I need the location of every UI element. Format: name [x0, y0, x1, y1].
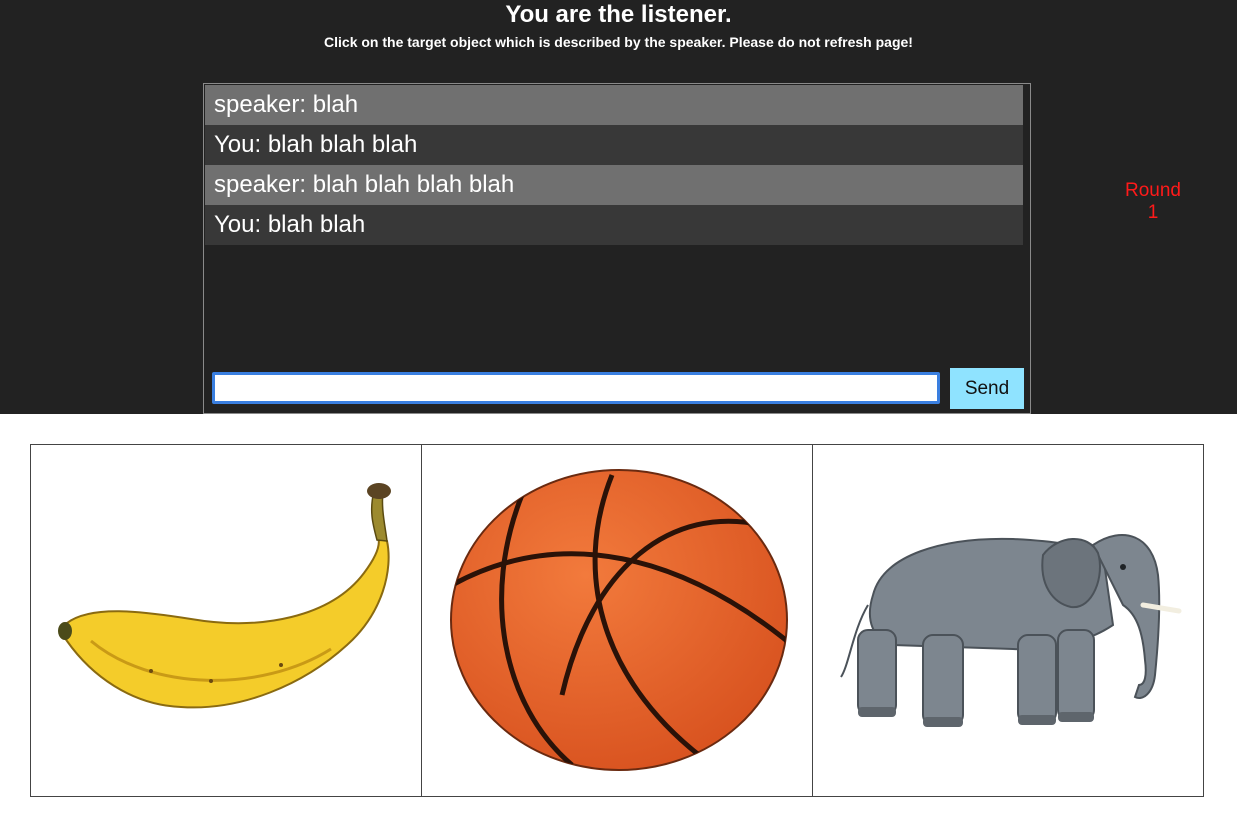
round-label: Round — [1125, 180, 1181, 201]
object-cell-banana[interactable] — [31, 445, 422, 796]
basketball-image — [450, 469, 788, 771]
chat-message-you: You: blah blah — [205, 205, 1023, 245]
send-button[interactable]: Send — [950, 368, 1024, 409]
banana-image — [58, 483, 391, 709]
instructions-text: Click on the target object which is desc… — [324, 34, 913, 50]
object-grid — [30, 444, 1204, 797]
chat-input[interactable] — [212, 372, 940, 404]
chat-input-bar: Send — [203, 364, 1031, 414]
chat-message-speaker: speaker: blah — [205, 85, 1023, 125]
chat-log[interactable]: speaker: blah You: blah blah blah speake… — [203, 83, 1031, 365]
elephant-image — [840, 534, 1182, 727]
object-cell-elephant[interactable] — [813, 445, 1203, 796]
round-number: 1 — [1147, 202, 1159, 223]
chat-panel-background: You are the listener. Click on the targe… — [0, 0, 1237, 414]
object-cell-basketball[interactable] — [422, 445, 813, 796]
page-title: You are the listener. — [505, 1, 732, 28]
round-indicator: Round 1 — [1108, 180, 1198, 224]
chat-message-you: You: blah blah blah — [205, 125, 1023, 165]
chat-message-speaker: speaker: blah blah blah blah — [205, 165, 1023, 205]
